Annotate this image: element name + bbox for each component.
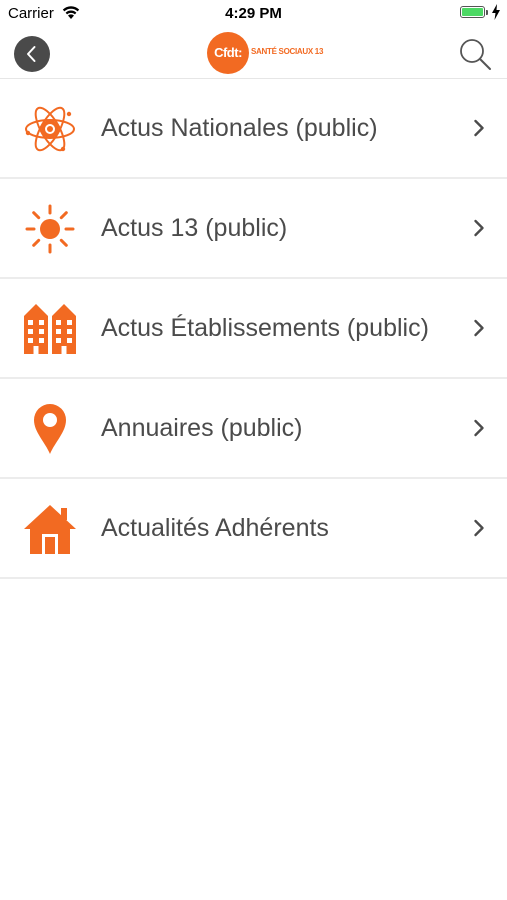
menu-item-label: Actualités Adhérents xyxy=(101,514,329,542)
charging-bolt-icon xyxy=(492,4,500,20)
menu-item-actus-13[interactable]: Actus 13 (public) xyxy=(0,179,507,279)
menu-item-label: Annuaires (public) xyxy=(101,414,303,442)
nav-bar: Cfdt: SANTÉ SOCIAUX 13 xyxy=(0,28,507,79)
house-icon xyxy=(23,502,77,556)
status-time: 4:29 PM xyxy=(225,5,282,22)
menu-item-actualites-adherents[interactable]: Actualités Adhérents xyxy=(0,479,507,579)
app-screen: Carrier 4:29 PM Cfdt: SANTÉ SOCIAUX 13 A… xyxy=(0,0,507,900)
logo-subtitle: SANTÉ SOCIAUX 13 xyxy=(251,47,324,56)
menu-item-label: Actus 13 (public) xyxy=(101,214,288,242)
menu-item-label: Actus Nationales (public) xyxy=(101,114,378,142)
chevron-right-icon xyxy=(474,319,484,337)
chevron-right-icon xyxy=(474,119,484,137)
chevron-right-icon xyxy=(474,219,484,237)
menu-item-actus-etablissements[interactable]: Actus Établissements (public) xyxy=(0,279,507,379)
battery-tip xyxy=(486,10,488,15)
sun-icon xyxy=(23,202,77,256)
chevron-right-icon xyxy=(474,519,484,537)
battery-icon xyxy=(460,6,485,18)
chevron-right-icon xyxy=(474,419,484,437)
menu-item-label: Actus Établissements (public) xyxy=(101,314,429,342)
search-button[interactable] xyxy=(457,36,493,72)
back-button[interactable] xyxy=(14,36,50,72)
status-bar: Carrier 4:29 PM xyxy=(0,0,507,28)
logo-badge: Cfdt: xyxy=(207,32,249,74)
chevron-left-icon xyxy=(27,46,36,62)
atom-icon xyxy=(23,102,77,156)
cfdt-logo: Cfdt: SANTÉ SOCIAUX 13 xyxy=(207,32,323,74)
buildings-icon xyxy=(23,302,77,356)
search-icon xyxy=(460,39,491,70)
menu-item-annuaires[interactable]: Annuaires (public) xyxy=(0,379,507,479)
map-pin-icon xyxy=(23,402,77,456)
battery-fill xyxy=(462,8,483,16)
menu-list: Actus Nationales (public) Actus 13 (publ… xyxy=(0,79,507,579)
menu-item-actus-nationales[interactable]: Actus Nationales (public) xyxy=(0,79,507,179)
